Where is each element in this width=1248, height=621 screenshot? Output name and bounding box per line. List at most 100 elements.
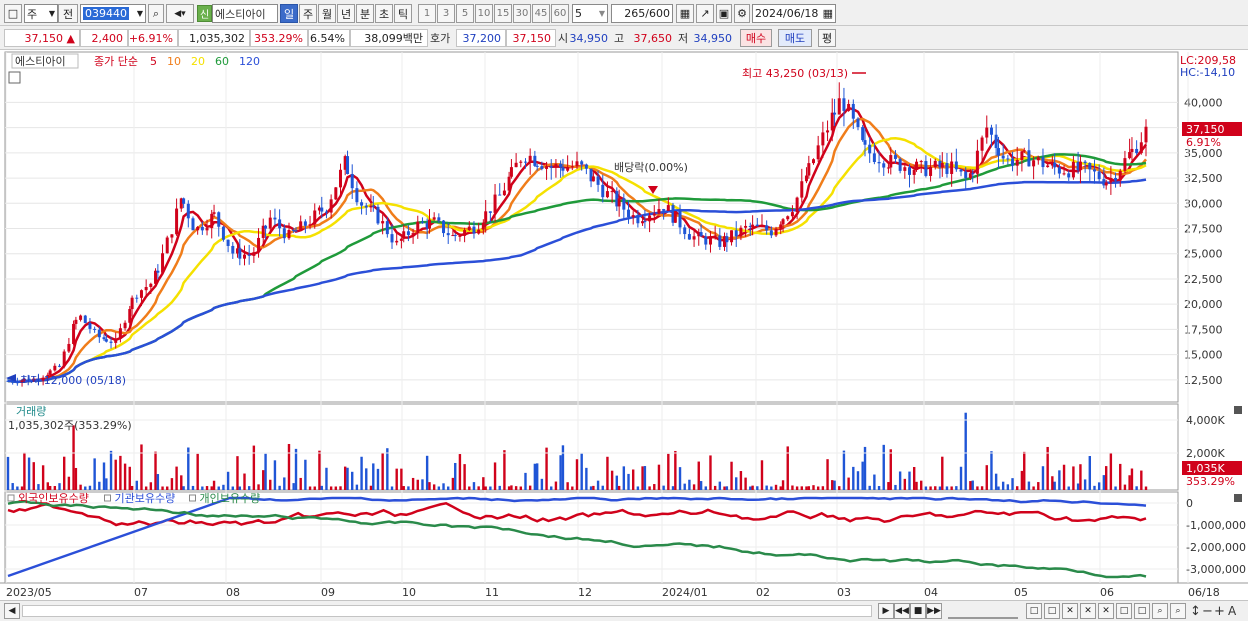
code-input[interactable]: 039440 ▼ xyxy=(80,4,146,23)
candle-body xyxy=(877,161,881,164)
volume-bar xyxy=(985,465,988,490)
prev-button[interactable]: 전 xyxy=(58,4,78,23)
sell-button[interactable]: 매도 xyxy=(778,29,812,47)
volume-bar xyxy=(779,486,782,490)
price-tick-label: 40,000 xyxy=(1184,96,1223,109)
window-icon[interactable]: □ xyxy=(1134,603,1150,619)
interval-select[interactable]: 5 ▼ xyxy=(572,4,608,23)
grid-icon[interactable]: ▦ xyxy=(676,4,694,23)
window-icon[interactable]: □ xyxy=(1026,603,1042,619)
save-icon[interactable]: ▣ xyxy=(716,4,732,23)
text-icon[interactable]: A xyxy=(1228,603,1236,619)
interval-button-45[interactable]: 45 xyxy=(532,4,550,23)
volume-bar xyxy=(955,486,958,490)
volume-bar xyxy=(74,467,78,490)
volume-bar xyxy=(98,481,101,490)
date-field[interactable]: 2024/06/18 ▦ xyxy=(752,4,836,23)
calendar-icon: ▦ xyxy=(822,7,833,20)
volume-bar xyxy=(463,464,466,490)
tab-1[interactable]: 주 xyxy=(299,4,317,23)
candle-body xyxy=(1011,158,1015,166)
draw-icon[interactable]: ↗ xyxy=(696,4,714,23)
volume-bar xyxy=(920,480,923,490)
stock-name-field[interactable]: 에스티아이 xyxy=(212,4,278,23)
tab-0[interactable]: 일 xyxy=(280,4,298,23)
volume-tick-label: 4,000K xyxy=(1186,414,1225,427)
window-icon[interactable]: □ xyxy=(1116,603,1132,619)
cross-icon[interactable]: ✕ xyxy=(1062,603,1078,619)
interval-button-60[interactable]: 60 xyxy=(551,4,569,23)
period-label: 주 xyxy=(27,7,38,21)
volume-bar xyxy=(468,486,471,490)
tab-5[interactable]: 초 xyxy=(375,4,393,23)
minus-icon[interactable]: − xyxy=(1202,603,1213,619)
volume-bar xyxy=(575,459,579,490)
play-icon[interactable]: ▶ xyxy=(878,603,894,619)
volume-bar xyxy=(428,482,431,490)
scrollbar-track[interactable] xyxy=(22,605,872,617)
volume-bar xyxy=(105,478,108,490)
stop-icon[interactable]: ■ xyxy=(910,603,926,619)
interval-button-5[interactable]: 5 xyxy=(456,4,474,23)
count-field[interactable]: 265/600 xyxy=(611,4,673,23)
chart-svg[interactable]: 40,00037,50035,00032,50030,00027,50025,0… xyxy=(0,50,1248,603)
cross-icon[interactable]: ✕ xyxy=(1080,603,1096,619)
interval-button-1[interactable]: 1 xyxy=(418,4,436,23)
eval-button[interactable]: 평 xyxy=(818,29,836,47)
layout-icon[interactable]: □ xyxy=(4,4,22,23)
volume-value: 1,035,302주(353.29%) xyxy=(8,419,132,432)
volume-bar xyxy=(304,459,307,490)
zoom-track[interactable] xyxy=(948,603,1018,619)
volume-bar xyxy=(402,486,405,490)
chart-area[interactable]: 40,00037,50035,00032,50030,00027,50025,0… xyxy=(0,50,1248,603)
candle-body xyxy=(591,176,595,182)
cross-icon[interactable]: ✕ xyxy=(1098,603,1114,619)
scroll-left-icon[interactable]: ◀ xyxy=(4,603,20,619)
zoom-icon[interactable]: ⌕ xyxy=(1152,603,1168,619)
candle-body xyxy=(231,245,235,254)
time-tick-label: 11 xyxy=(485,586,499,599)
volume-bar xyxy=(751,485,754,490)
low-cell: 34,950 xyxy=(693,31,733,45)
volume-bar xyxy=(1088,456,1092,490)
interval-button-10[interactable]: 10 xyxy=(475,4,493,23)
volume-bar xyxy=(1128,475,1131,490)
candle-body xyxy=(912,169,916,175)
tab-2[interactable]: 월 xyxy=(318,4,336,23)
volume-bar xyxy=(739,471,743,490)
candle-body xyxy=(940,163,944,168)
candle-body xyxy=(200,226,204,231)
search-icon[interactable]: ⌕ xyxy=(148,4,164,23)
candle-body xyxy=(264,225,268,229)
volume-bar xyxy=(102,462,106,490)
speaker-icon[interactable]: ◀▾ xyxy=(166,4,194,23)
rewind-icon[interactable]: ◀◀ xyxy=(894,603,910,619)
candle-body xyxy=(863,140,867,145)
gear-icon[interactable]: ⚙ xyxy=(734,4,750,23)
candle-body xyxy=(561,167,565,171)
volume-bar xyxy=(807,486,811,490)
candle-body xyxy=(442,220,446,234)
window-icon[interactable]: □ xyxy=(1044,603,1060,619)
zoom-icon[interactable]: ⌕ xyxy=(1170,603,1186,619)
volume-bar xyxy=(182,486,185,490)
fast-forward-icon[interactable]: ▶▶ xyxy=(926,603,942,619)
interval-button-15[interactable]: 15 xyxy=(494,4,512,23)
volume-bar xyxy=(868,485,871,490)
pan-icon[interactable]: ↕ xyxy=(1190,603,1201,619)
volume-bar xyxy=(812,485,815,490)
tab-6[interactable]: 틱 xyxy=(394,4,412,23)
stock-code[interactable]: 039440 xyxy=(83,7,129,20)
candle-body xyxy=(97,329,101,338)
interval-button-3[interactable]: 3 xyxy=(437,4,455,23)
volume-bar xyxy=(718,481,722,490)
tab-3[interactable]: 년 xyxy=(337,4,355,23)
tab-4[interactable]: 분 xyxy=(356,4,374,23)
buy-button[interactable]: 매수 xyxy=(740,29,772,47)
interval-button-30[interactable]: 30 xyxy=(513,4,531,23)
plus-icon[interactable]: + xyxy=(1214,603,1225,619)
period-select[interactable]: 주 ▼ xyxy=(24,4,58,23)
price-tick-label: 25,000 xyxy=(1184,248,1223,261)
volume-bar xyxy=(636,486,640,490)
volume-bar xyxy=(994,473,998,490)
